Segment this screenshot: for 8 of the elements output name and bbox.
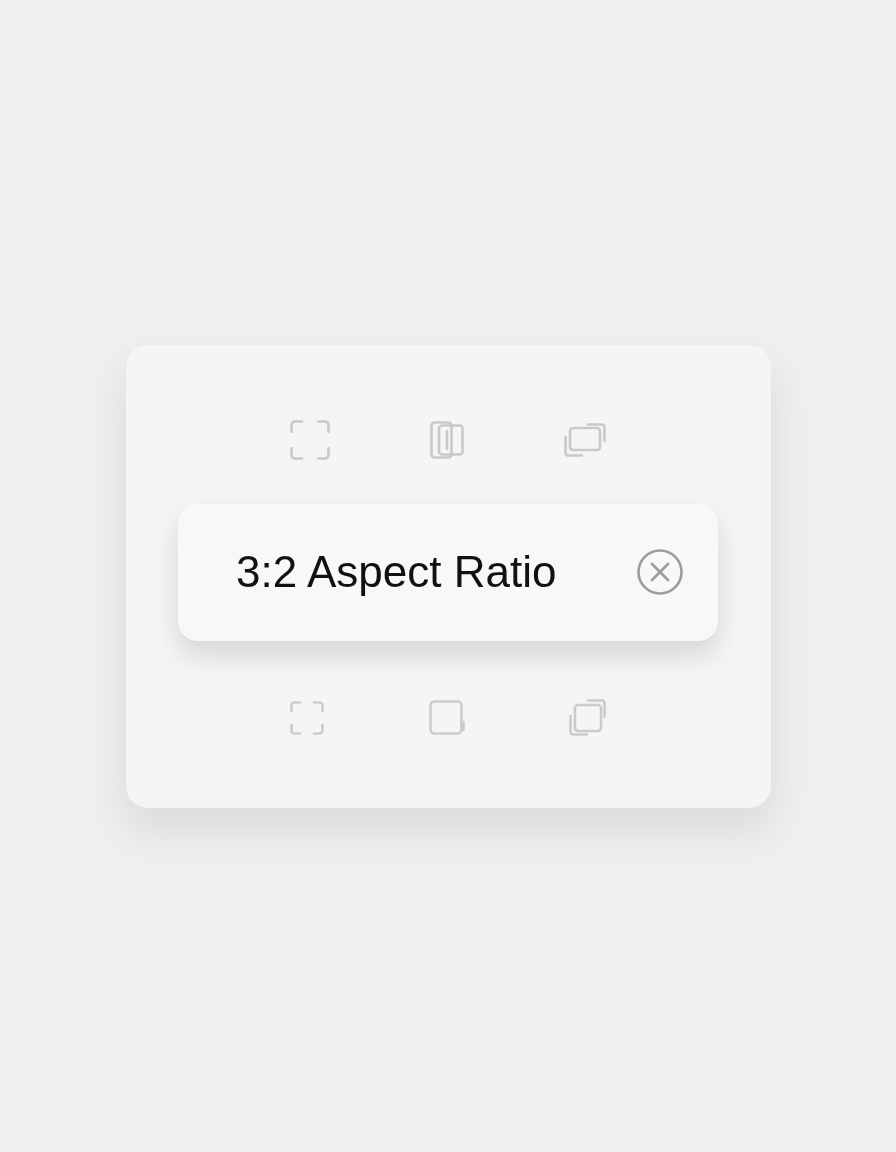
- corner-brackets-icon[interactable]: [290, 419, 330, 460]
- corner-brackets-icon[interactable]: [290, 700, 324, 735]
- aspect-ratio-label: 3:2 Aspect Ratio: [236, 546, 558, 598]
- overlapping-squares-icon[interactable]: [569, 699, 606, 736]
- rounded-square-icon[interactable]: [428, 700, 465, 735]
- portrait-rectangles-icon[interactable]: [430, 420, 464, 459]
- landscape-rectangles-icon[interactable]: [564, 422, 606, 457]
- close-icon[interactable]: [637, 549, 683, 595]
